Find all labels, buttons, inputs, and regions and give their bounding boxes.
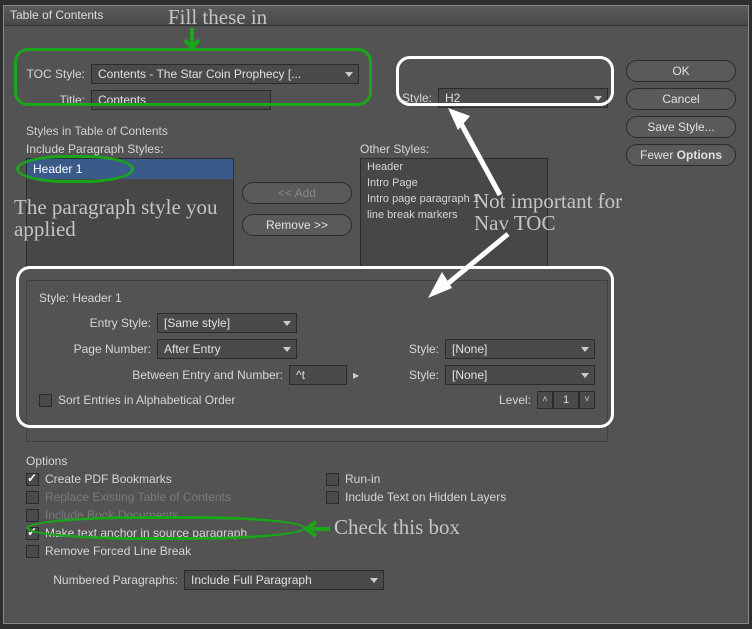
between-input[interactable] <box>289 365 347 385</box>
cancel-button[interactable]: Cancel <box>626 88 736 110</box>
list-item[interactable]: Intro Page <box>361 175 547 191</box>
list-item[interactable]: Intro page paragraph 1 <box>361 191 547 207</box>
run-in-label: Run-in <box>345 472 380 486</box>
title-style-dropdown[interactable]: H2 <box>438 88 608 108</box>
text-anchor-checkbox[interactable] <box>26 527 39 540</box>
other-styles-label: Other Styles: <box>360 142 548 156</box>
title-style-row: Style: H2 <box>402 88 608 108</box>
ok-button[interactable]: OK <box>626 60 736 82</box>
level-stepper[interactable]: ˄ 1 ˅ <box>537 391 595 409</box>
title-input[interactable] <box>91 90 271 110</box>
list-item[interactable]: Header <box>361 159 547 175</box>
entry-style-label: Entry Style: <box>39 316 157 330</box>
save-style-button[interactable]: Save Style... <box>626 116 736 138</box>
list-item[interactable]: Header 1 <box>27 159 233 179</box>
level-value: 1 <box>553 391 579 409</box>
title-label: Title: <box>26 93 91 107</box>
entry-style-dropdown[interactable]: [Same style] <box>157 313 297 333</box>
between-style-label: Style: <box>403 368 445 382</box>
include-book-checkbox <box>26 509 39 522</box>
window-titlebar: Table of Contents <box>4 6 748 26</box>
style-panel-heading: Style: Header 1 <box>39 291 595 305</box>
text-anchor-label: Make text anchor in source paragraph <box>45 526 247 540</box>
hidden-layers-checkbox[interactable] <box>326 491 339 504</box>
styles-area: Styles in Table of Contents Include Para… <box>26 124 588 268</box>
options-heading: Options <box>26 454 608 468</box>
window-title: Table of Contents <box>10 8 103 22</box>
pdf-bookmarks-checkbox[interactable] <box>26 473 39 486</box>
pn-style-label: Style: <box>403 342 445 356</box>
between-label: Between Entry and Number: <box>39 368 289 382</box>
pn-style-dropdown[interactable]: [None] <box>445 339 595 359</box>
sort-label: Sort Entries in Alphabetical Order <box>58 393 235 407</box>
level-up-icon[interactable]: ˄ <box>537 391 553 409</box>
style-config-panel: Style: Header 1 Entry Style: [Same style… <box>26 280 608 442</box>
numbered-para-label: Numbered Paragraphs: <box>26 573 184 587</box>
flyout-icon[interactable]: ▸ <box>353 368 359 382</box>
list-item[interactable]: line break markers <box>361 207 547 223</box>
fewer-options-button[interactable]: Fewer Options <box>626 144 736 166</box>
page-number-dropdown[interactable]: After Entry <box>157 339 297 359</box>
numbered-para-dropdown[interactable]: Include Full Paragraph <box>184 570 384 590</box>
include-styles-list[interactable]: Header 1 <box>26 158 234 268</box>
toc-style-dropdown[interactable]: Contents - The Star Coin Prophecy [... <box>91 64 359 84</box>
options-section: Options Create PDF Bookmarks Replace Exi… <box>26 454 608 594</box>
sort-checkbox[interactable] <box>39 394 52 407</box>
styles-group-label: Styles in Table of Contents <box>26 124 588 138</box>
include-styles-label: Include Paragraph Styles: <box>26 142 234 156</box>
toc-style-section: TOC Style: Contents - The Star Coin Prop… <box>26 64 376 116</box>
remove-break-checkbox[interactable] <box>26 545 39 558</box>
level-down-icon[interactable]: ˅ <box>579 391 595 409</box>
other-styles-list[interactable]: Header Intro Page Intro page paragraph 1… <box>360 158 548 268</box>
replace-existing-checkbox <box>26 491 39 504</box>
between-style-dropdown[interactable]: [None] <box>445 365 595 385</box>
toc-dialog: Table of Contents OK Cancel Save Style..… <box>3 5 749 624</box>
pdf-bookmarks-label: Create PDF Bookmarks <box>45 472 172 486</box>
add-button[interactable]: << Add <box>242 182 352 204</box>
remove-break-label: Remove Forced Line Break <box>45 544 191 558</box>
remove-button[interactable]: Remove >> <box>242 214 352 236</box>
level-label: Level: <box>495 393 537 407</box>
include-book-label: Include Book Documents <box>45 508 178 522</box>
toc-style-label: TOC Style: <box>26 67 91 81</box>
title-style-label: Style: <box>402 91 438 105</box>
run-in-checkbox[interactable] <box>326 473 339 486</box>
hidden-layers-label: Include Text on Hidden Layers <box>345 490 506 504</box>
list-transfer-buttons: << Add Remove >> <box>242 142 352 236</box>
page-number-label: Page Number: <box>39 342 157 356</box>
replace-existing-label: Replace Existing Table of Contents <box>45 490 231 504</box>
dialog-button-column: OK Cancel Save Style... Fewer Options <box>626 60 736 166</box>
